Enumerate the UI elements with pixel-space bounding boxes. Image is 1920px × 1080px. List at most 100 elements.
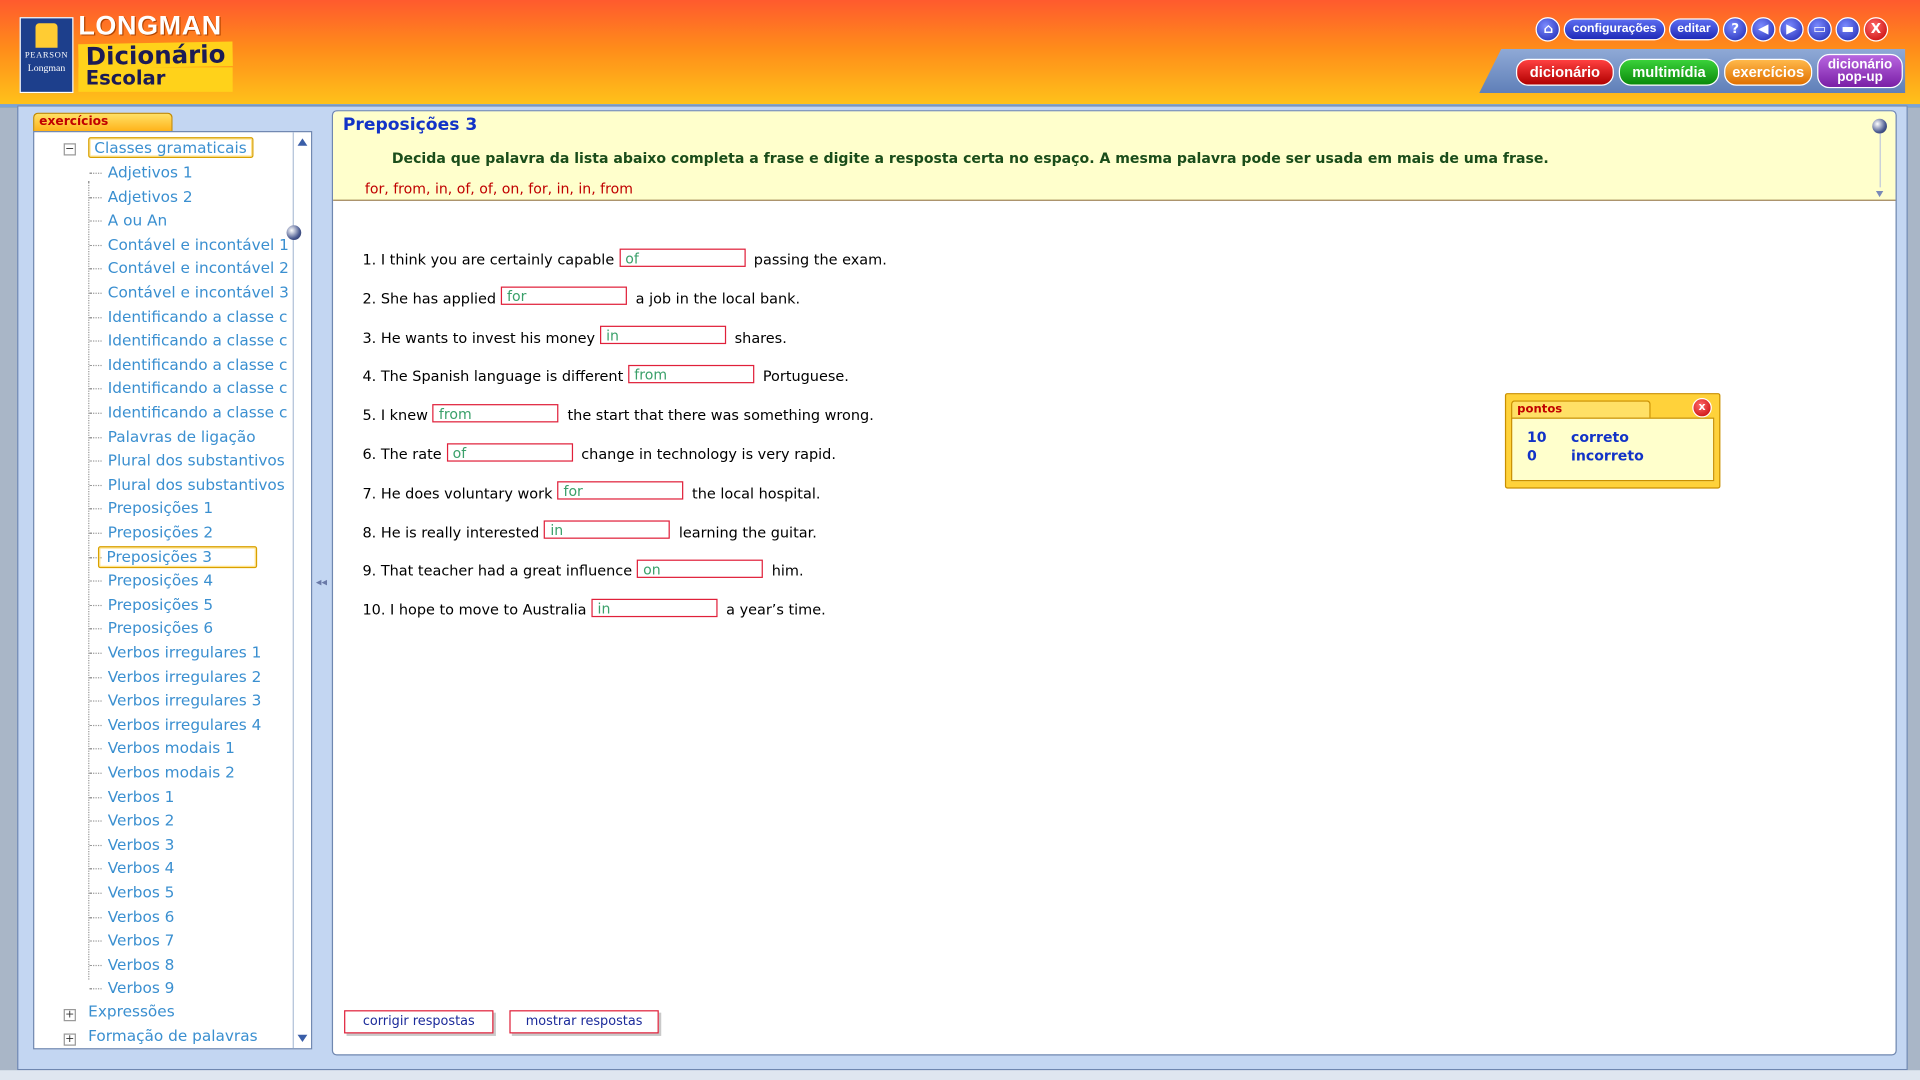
answer-input[interactable]: of	[619, 247, 746, 267]
scroll-down-icon[interactable]	[297, 1034, 308, 1043]
scroll-up-icon[interactable]	[297, 138, 308, 146]
tree-connector	[89, 892, 102, 894]
sidebar-item[interactable]: Identificando a classe c	[108, 306, 292, 328]
sidebar-item[interactable]: Adjetivos 2	[108, 186, 292, 208]
answer-input[interactable]: of	[446, 442, 573, 462]
question-row: 5. I knew from the start that there was so…	[362, 403, 874, 427]
back-icon[interactable]: ◀	[1751, 17, 1776, 42]
answer-input[interactable]: in	[544, 520, 671, 539]
tree-category-expressoes[interactable]: Expressões	[88, 1000, 175, 1022]
tree-connector	[89, 652, 102, 654]
tree-connector	[89, 628, 102, 630]
close-icon[interactable]: X	[1863, 17, 1889, 42]
sidebar-item[interactable]: Identificando a classe c	[108, 354, 292, 376]
sidebar-item-selected[interactable]: Preposições 3	[97, 545, 258, 568]
answer-input[interactable]: in	[599, 325, 727, 345]
tree-connector	[89, 796, 102, 798]
answer-input[interactable]: for	[557, 481, 684, 500]
sidebar-item[interactable]: Plural dos substantivos	[108, 474, 292, 496]
app-logo: PEARSON Longman LONGMAN Dicionário Escol…	[15, 10, 238, 101]
question-text-after: shares.	[734, 328, 787, 347]
sidebar-item[interactable]: Verbos irregulares 1	[108, 642, 292, 664]
brand-subtitle: Dicionário	[78, 39, 233, 71]
question-text-before: 1. I think you are certainly capable	[362, 251, 615, 269]
tree-connector	[89, 988, 102, 990]
sidebar-item[interactable]: Verbos modais 1	[108, 738, 292, 760]
sidebar-item[interactable]: Identificando a classe c	[108, 402, 292, 424]
close-icon[interactable]: x	[1692, 397, 1712, 418]
question-row: 8. He is really interested in learning the…	[362, 520, 817, 544]
expand-icon[interactable]: +	[63, 1033, 76, 1046]
sidebar-item[interactable]: Identificando a classe c	[108, 378, 292, 400]
editar-button[interactable]: editar	[1668, 18, 1720, 41]
forward-icon[interactable]: ▶	[1779, 17, 1804, 42]
sidebar-item[interactable]: Preposições 5	[108, 594, 292, 616]
sidebar-item[interactable]: Adjetivos 1	[108, 162, 292, 184]
exercise-panel: Preposições 3 Decida que palavra da list…	[331, 110, 1897, 1056]
scroll-down-icon[interactable]	[1875, 191, 1884, 198]
sidebar-item[interactable]: Verbos 2	[108, 810, 292, 832]
sidebar-item[interactable]: Verbos 3	[108, 834, 292, 856]
sidebar-item[interactable]: Verbos 8	[108, 954, 292, 976]
sidebar-item[interactable]: A ou An	[108, 210, 292, 232]
tree-connector	[89, 700, 102, 702]
sidebar-scrollbar[interactable]	[286, 132, 311, 1049]
sidebar-item[interactable]: Verbos irregulares 4	[108, 714, 292, 736]
maximize-icon[interactable]: ▬	[1835, 17, 1861, 42]
score-popup: pontos x 10 correto 0 incorreto	[1504, 393, 1721, 489]
sidebar-item[interactable]: Preposições 4	[108, 570, 292, 592]
scroll-thumb[interactable]	[286, 225, 302, 241]
publisher-sub: Longman	[27, 62, 66, 74]
answer-input[interactable]: for	[500, 286, 628, 306]
scroll-thumb[interactable]	[1872, 118, 1887, 134]
tab-multimidia[interactable]: multimídia	[1618, 58, 1720, 86]
configuracoes-button[interactable]: configurações	[1564, 18, 1666, 41]
sidebar-item[interactable]: Verbos modais 2	[108, 762, 292, 784]
question-text-after: the local hospital.	[692, 484, 821, 502]
answer-input[interactable]: on	[637, 559, 764, 578]
tree-connector	[89, 340, 102, 342]
minimize-icon[interactable]: ▭	[1807, 17, 1832, 42]
sidebar-item[interactable]: Verbos 7	[108, 930, 292, 952]
sidebar-item[interactable]: Preposições 1	[108, 498, 292, 520]
answer-input[interactable]: from	[432, 403, 559, 423]
sidebar-tab: exercícios	[33, 112, 173, 132]
check-answers-button[interactable]: corrigir respostas	[344, 1010, 494, 1034]
sidebar-item[interactable]: Plural dos substantivos	[108, 450, 292, 472]
header-scrollbar[interactable]	[1872, 118, 1889, 198]
tab-dicionario[interactable]: dicionário	[1515, 58, 1614, 86]
tree-category-classes[interactable]: Classes gramaticais	[88, 137, 253, 158]
collapse-icon[interactable]: −	[63, 143, 76, 156]
tree-connector	[89, 676, 102, 678]
tree-connector	[89, 316, 102, 318]
sidebar-item[interactable]: Contável e incontável 1	[108, 234, 292, 256]
sidebar-item[interactable]: Verbos 1	[108, 786, 292, 808]
tree-category-formacao[interactable]: Formação de palavras	[88, 1025, 257, 1047]
sidebar-item[interactable]: Verbos 6	[108, 906, 292, 928]
sidebar-item[interactable]: Verbos 5	[108, 882, 292, 904]
sidebar-item[interactable]: Palavras de ligação	[108, 426, 292, 448]
sidebar-item[interactable]: Contável e incontável 2	[108, 258, 292, 280]
tab-exercicios[interactable]: exercícios	[1724, 58, 1813, 86]
answer-input[interactable]: in	[591, 598, 718, 617]
answer-input[interactable]: from	[628, 364, 755, 384]
sidebar-item[interactable]: Identificando a classe c	[108, 330, 292, 352]
expand-icon[interactable]: +	[63, 1008, 76, 1022]
collapse-sidebar-icon[interactable]: ◂◂	[316, 577, 327, 589]
sidebar-item[interactable]: Verbos 4	[108, 858, 292, 880]
sidebar-item[interactable]: Verbos irregulares 3	[108, 690, 292, 712]
home-icon[interactable]: ⌂	[1536, 17, 1561, 42]
sidebar-item[interactable]: Preposições 2	[108, 522, 292, 544]
exercise-title: Preposições 3	[342, 115, 478, 135]
tree-connector	[89, 484, 102, 486]
question-text-after: a job in the local bank.	[635, 289, 801, 308]
tab-dicionario-popup[interactable]: dicionário pop-up	[1817, 53, 1903, 89]
question-text-before: 10. I hope to move to Australia	[362, 601, 587, 619]
tree-connector	[89, 292, 102, 294]
sidebar-item[interactable]: Contável e incontável 3	[108, 282, 292, 304]
show-answers-button[interactable]: mostrar respostas	[509, 1010, 659, 1034]
sidebar-item[interactable]: Verbos 9	[108, 978, 292, 1000]
sidebar-item[interactable]: Preposições 6	[108, 618, 292, 640]
help-icon[interactable]: ?	[1722, 17, 1748, 42]
sidebar-item[interactable]: Verbos irregulares 2	[108, 666, 292, 688]
